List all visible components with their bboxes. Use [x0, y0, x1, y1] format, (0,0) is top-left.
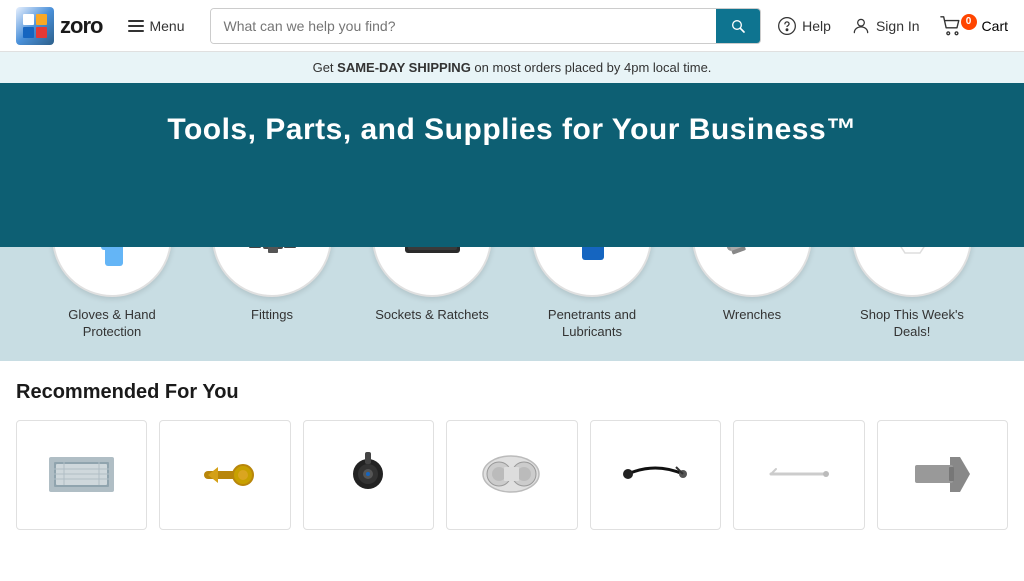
cart-count: 0: [961, 14, 977, 30]
person-icon: [851, 16, 871, 36]
help-icon: [777, 16, 797, 36]
product-card-2[interactable]: [159, 420, 290, 530]
category-section: Gloves & Hand Protection Fittings: [0, 247, 1024, 361]
cart-label: Cart: [982, 18, 1008, 34]
search-icon: [730, 18, 746, 34]
shipping-highlight: SAME-DAY SHIPPING: [337, 60, 471, 75]
product-card-6[interactable]: [733, 420, 864, 530]
help-label: Help: [802, 18, 831, 34]
product-card-3[interactable]: [303, 420, 434, 530]
menu-button[interactable]: Menu: [118, 12, 194, 40]
product-card-4[interactable]: [446, 420, 577, 530]
category-label-fittings: Fittings: [251, 307, 293, 324]
shipping-prefix: Get: [313, 60, 338, 75]
product-card-7[interactable]: [877, 420, 1008, 530]
site-header: zoro Menu Help: [0, 0, 1024, 52]
product-thumb-3: [329, 435, 409, 515]
category-label-sockets: Sockets & Ratchets: [375, 307, 488, 324]
recommended-section: Recommended For You: [0, 361, 1024, 550]
header-actions: Help Sign In 0 Cart: [777, 15, 1008, 37]
shipping-suffix: on most orders placed by 4pm local time.: [471, 60, 712, 75]
signin-link[interactable]: Sign In: [851, 16, 920, 36]
category-label-wrenches: Wrenches: [723, 307, 781, 324]
product-thumb-1: [42, 435, 122, 515]
hero-headline: Tools, Parts, and Supplies for Your Busi…: [20, 113, 1004, 147]
search-button[interactable]: [716, 9, 760, 43]
product-thumb-4: [472, 435, 552, 515]
product-card-5[interactable]: [590, 420, 721, 530]
help-link[interactable]: Help: [777, 16, 831, 36]
shipping-banner: Get SAME-DAY SHIPPING on most orders pla…: [0, 52, 1024, 83]
menu-label: Menu: [149, 18, 184, 34]
logo-icon: [16, 7, 54, 45]
category-label-deals: Shop This Week's Deals!: [842, 307, 982, 341]
search-bar: [210, 8, 761, 44]
product-thumb-7: [902, 435, 982, 515]
category-label-penetrants: Penetrants and Lubricants: [522, 307, 662, 341]
product-thumb-6: [759, 435, 839, 515]
signin-label: Sign In: [876, 18, 920, 34]
search-input[interactable]: [211, 9, 716, 43]
hero-section: Tools, Parts, and Supplies for Your Busi…: [0, 83, 1024, 247]
product-thumb-2: [185, 435, 265, 515]
category-label-gloves: Gloves & Hand Protection: [42, 307, 182, 341]
logo-area[interactable]: zoro: [16, 7, 102, 45]
product-row: [16, 420, 1008, 530]
product-card-1[interactable]: [16, 420, 147, 530]
hamburger-icon: [128, 20, 144, 32]
cart-area[interactable]: 0 Cart: [940, 15, 1008, 37]
cart-icon: [940, 15, 962, 37]
product-thumb-5: [615, 435, 695, 515]
logo-text: zoro: [60, 13, 102, 39]
recommended-title: Recommended For You: [16, 381, 1008, 404]
